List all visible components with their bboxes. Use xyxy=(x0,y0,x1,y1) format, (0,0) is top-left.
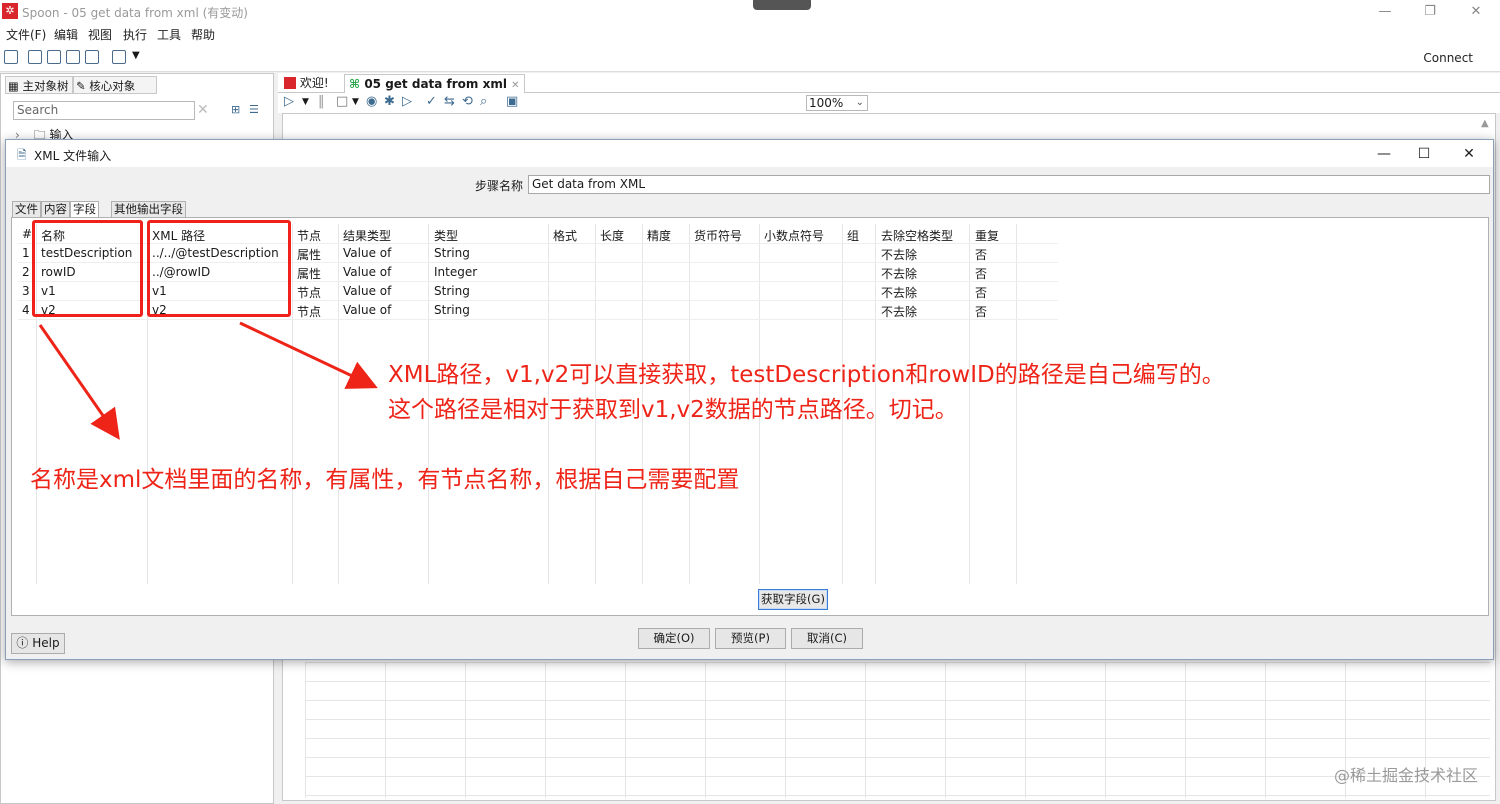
watermark: @稀土掘金技术社区 xyxy=(1333,766,1478,785)
arrow-to-path-note xyxy=(239,321,378,389)
annotation-path-line2: 这个路径是相对于获取到v1,v2数据的节点路径。切记。 xyxy=(388,397,958,423)
arrow-to-name-note xyxy=(38,324,120,440)
annotation-name-note: 名称是xml文档里面的名称，有属性，有节点名称，根据自己需要配置 xyxy=(30,467,740,493)
annotation-path-line1: XML路径，v1,v2可以直接获取，testDescription和rowID的… xyxy=(388,362,1225,388)
